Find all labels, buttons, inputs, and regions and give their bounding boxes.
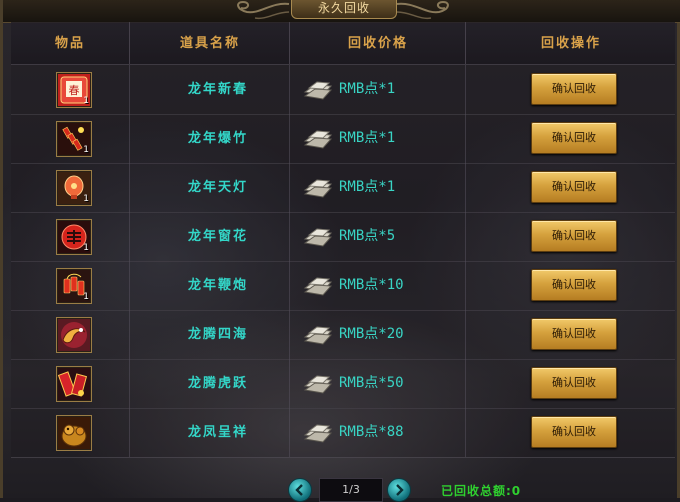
column-divider bbox=[465, 359, 466, 408]
silver-ingot-icon bbox=[303, 424, 333, 443]
table-row: 龙腾虎跃 RMB点*50 确认回收 bbox=[11, 359, 675, 409]
confirm-recycle-button[interactable]: 确认回收 bbox=[531, 73, 617, 105]
confirm-recycle-button[interactable]: 确认回收 bbox=[531, 416, 617, 448]
dragon-phoenix-icon[interactable] bbox=[56, 415, 92, 451]
item-price: RMB点*1 bbox=[339, 130, 396, 146]
recycle-panel: 永久回收 物品 道具名称 回收价格 回收操作 春 1 龙年新春 RMB点*1 确… bbox=[0, 0, 680, 502]
silver-ingot-icon bbox=[303, 130, 333, 149]
silver-ingot-icon bbox=[303, 228, 333, 247]
item-name: 龙腾四海 bbox=[187, 327, 248, 342]
panel-title: 永久回收 bbox=[291, 0, 397, 19]
pagination: 1/3 已回收总额:0 bbox=[3, 472, 680, 502]
item-name: 龙年鞭炮 bbox=[187, 278, 248, 293]
confirm-recycle-button[interactable]: 确认回收 bbox=[531, 122, 617, 154]
header-operation: 回收操作 bbox=[465, 22, 676, 64]
confirm-recycle-button[interactable]: 确认回收 bbox=[531, 171, 617, 203]
header-price: 回收价格 bbox=[289, 22, 466, 64]
item-name: 龙年窗花 bbox=[187, 229, 248, 244]
left-ornament-icon bbox=[237, 0, 290, 20]
item-name: 龙腾虎跃 bbox=[187, 376, 248, 391]
item-quantity: 1 bbox=[83, 243, 89, 253]
confirm-recycle-button[interactable]: 确认回收 bbox=[531, 318, 617, 350]
silver-ingot-icon bbox=[303, 81, 333, 100]
confirm-recycle-button[interactable]: 确认回收 bbox=[531, 220, 617, 252]
column-divider bbox=[465, 408, 466, 457]
confirm-recycle-button[interactable]: 确认回收 bbox=[531, 367, 617, 399]
item-name: 龙凤呈祥 bbox=[187, 425, 248, 440]
column-divider bbox=[465, 163, 466, 212]
item-quantity: 1 bbox=[83, 194, 89, 204]
item-price: RMB点*20 bbox=[339, 326, 404, 342]
spring-couplet-icon[interactable]: 春 1 bbox=[56, 72, 92, 108]
firecracker-icon[interactable]: 1 bbox=[56, 121, 92, 157]
table-row: 龙腾四海 RMB点*20 确认回收 bbox=[11, 310, 675, 360]
item-price: RMB点*10 bbox=[339, 277, 404, 293]
header-name: 道具名称 bbox=[129, 22, 290, 64]
next-page-button[interactable] bbox=[387, 478, 411, 502]
item-name: 龙年新春 bbox=[187, 82, 248, 97]
column-divider bbox=[465, 65, 466, 114]
sky-lantern-icon[interactable]: 1 bbox=[56, 170, 92, 206]
confirm-recycle-button[interactable]: 确认回收 bbox=[531, 269, 617, 301]
table-row: 1 龙年爆竹 RMB点*1 确认回收 bbox=[11, 114, 675, 164]
chevron-left-icon bbox=[295, 484, 303, 496]
header-item: 物品 bbox=[54, 36, 85, 51]
table-row: 1 龙年天灯 RMB点*1 确认回收 bbox=[11, 163, 675, 213]
page-indicator: 1/3 bbox=[319, 478, 383, 502]
item-name: 龙年爆竹 bbox=[187, 131, 248, 146]
column-divider bbox=[465, 114, 466, 163]
table-row: 1 龙年窗花 RMB点*5 确认回收 bbox=[11, 212, 675, 262]
chevron-right-icon bbox=[396, 484, 404, 496]
item-price: RMB点*1 bbox=[339, 81, 396, 97]
table-row: 龙凤呈祥 RMB点*88 确认回收 bbox=[11, 408, 675, 458]
column-divider bbox=[465, 310, 466, 359]
item-price: RMB点*1 bbox=[339, 179, 396, 195]
svg-text:春: 春 bbox=[69, 84, 80, 97]
item-quantity: 1 bbox=[83, 292, 89, 302]
item-quantity: 1 bbox=[83, 96, 89, 106]
item-quantity: 1 bbox=[83, 145, 89, 155]
column-divider bbox=[465, 212, 466, 261]
table-row: 1 龙年鞭炮 RMB点*10 确认回收 bbox=[11, 261, 675, 311]
previous-page-button[interactable] bbox=[288, 478, 312, 502]
table-row: 春 1 龙年新春 RMB点*1 确认回收 bbox=[11, 65, 675, 115]
silver-ingot-icon bbox=[303, 277, 333, 296]
title-bar: 永久回收 bbox=[3, 0, 680, 23]
window-flower-icon[interactable]: 1 bbox=[56, 219, 92, 255]
table-header: 物品 道具名称 回收价格 回收操作 bbox=[11, 22, 675, 65]
item-price: RMB点*88 bbox=[339, 424, 404, 440]
dragon-tiger-icon[interactable] bbox=[56, 366, 92, 402]
silver-ingot-icon bbox=[303, 179, 333, 198]
item-price: RMB点*5 bbox=[339, 228, 396, 244]
firecrackers-string-icon[interactable]: 1 bbox=[56, 268, 92, 304]
item-price: RMB点*50 bbox=[339, 375, 404, 391]
item-name: 龙年天灯 bbox=[187, 180, 248, 195]
recycled-total: 已回收总额:0 bbox=[441, 484, 522, 498]
column-divider bbox=[465, 261, 466, 310]
silver-ingot-icon bbox=[303, 326, 333, 345]
right-ornament-icon bbox=[396, 0, 449, 20]
silver-ingot-icon bbox=[303, 375, 333, 394]
dragon-sea-icon[interactable] bbox=[56, 317, 92, 353]
